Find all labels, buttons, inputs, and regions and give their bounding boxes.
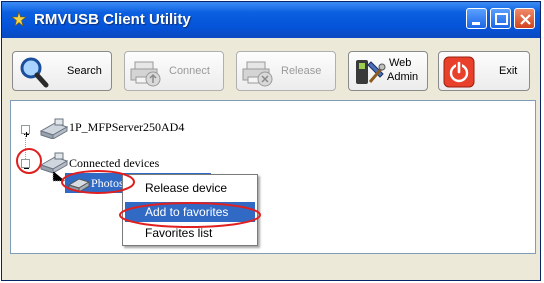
annotation-circle-expander xyxy=(16,148,42,174)
annotation-overlay xyxy=(16,148,261,228)
annotation-circle-photos xyxy=(61,170,135,194)
status-bar xyxy=(2,258,540,280)
annotation-circle-add-favorites xyxy=(119,202,261,228)
application-window: RMVUSB Client Utility Search Connect Rel… xyxy=(1,1,541,281)
